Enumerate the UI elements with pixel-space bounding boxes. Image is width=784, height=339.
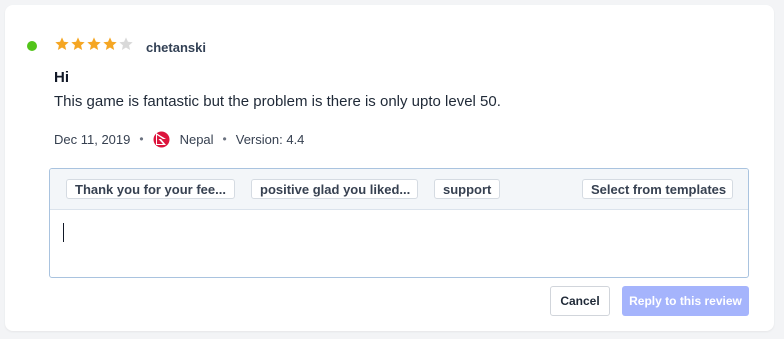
app-version: Version: 4.4 bbox=[235, 131, 305, 147]
template-chip-positive[interactable]: positive glad you liked... bbox=[251, 179, 418, 199]
star-icon bbox=[119, 37, 133, 50]
star-icon bbox=[55, 37, 69, 50]
star-icon bbox=[103, 37, 117, 50]
reply-to-review-button[interactable]: Reply to this review bbox=[622, 286, 749, 316]
reply-editor: Thank you for your fee... positive glad … bbox=[49, 168, 749, 278]
meta-separator: • bbox=[222, 132, 227, 146]
star-rating bbox=[54, 36, 134, 56]
cancel-button[interactable]: Cancel bbox=[550, 286, 610, 316]
reviewer-name: chetanski bbox=[146, 40, 206, 55]
template-chip-support[interactable]: support bbox=[434, 179, 500, 199]
select-templates-button[interactable]: Select from templates bbox=[582, 179, 733, 199]
star-icon bbox=[71, 37, 85, 50]
template-chip-thank-you[interactable]: Thank you for your fee... bbox=[66, 179, 235, 199]
reply-textarea[interactable] bbox=[50, 210, 748, 277]
status-indicator bbox=[27, 41, 37, 51]
review-date: Dec 11, 2019 bbox=[54, 131, 131, 147]
review-country: Nepal bbox=[179, 131, 214, 147]
meta-separator: • bbox=[139, 132, 144, 146]
text-caret bbox=[63, 223, 64, 242]
nepal-flag-icon bbox=[153, 131, 170, 148]
review-body: This game is fantastic but the problem i… bbox=[54, 93, 501, 110]
review-meta: Dec 11, 2019 • Nepal • Version: 4.4 bbox=[54, 130, 304, 148]
review-title: Hi bbox=[54, 69, 69, 86]
template-toolbar: Thank you for your fee... positive glad … bbox=[50, 169, 748, 210]
star-icon bbox=[87, 37, 101, 50]
